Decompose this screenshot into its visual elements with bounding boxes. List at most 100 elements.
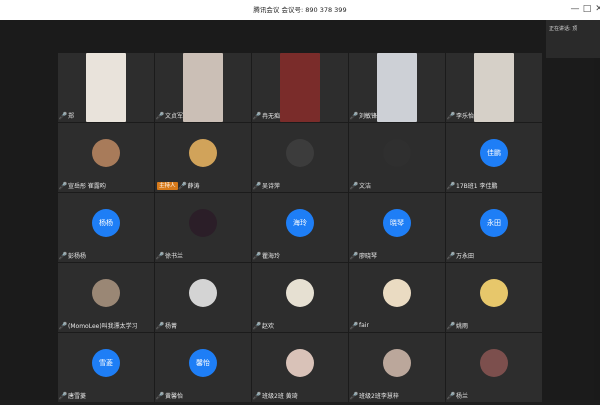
mic-muted-icon: 🎤 <box>252 391 262 400</box>
participant-tile[interactable]: 佳鹏 🎤 17B班1 李佳鹏 <box>446 123 542 192</box>
avatar-photo <box>383 139 411 167</box>
mic-muted-icon: 🎤 <box>58 181 68 190</box>
maximize-icon[interactable]: □ <box>581 3 593 15</box>
title-bar: 腾讯会议 会议号: 890 378 399 — □ ✕ <box>0 0 600 21</box>
avatar-photo <box>189 139 217 167</box>
nameplate: 🎤 杨兰 <box>446 391 469 401</box>
mic-muted-icon: 🎤 <box>58 111 68 120</box>
minimize-icon[interactable]: — <box>569 3 581 15</box>
nameplate: 🎤 宣岳彤 崔露昀 <box>58 181 106 191</box>
participant-video <box>474 53 514 122</box>
nameplate: 🎤 班级2班李慧梓 <box>349 391 399 401</box>
participant-tile[interactable]: 主持人 🎤 薛涛 <box>155 123 251 192</box>
avatar-photo <box>480 349 508 377</box>
participant-tile[interactable]: 🎤 赵欢 <box>252 263 348 332</box>
participant-tile[interactable]: 🎤 冉无痴 <box>252 53 348 122</box>
mic-muted-icon: 🎤 <box>58 391 68 400</box>
avatar-photo <box>92 139 120 167</box>
participant-name: 冉无痴 <box>262 113 281 120</box>
avatar-photo <box>286 349 314 377</box>
participant-name: (MomoLee)叫我漂太学习 <box>68 323 138 330</box>
avatar-initials: 佳鹏 <box>480 139 508 167</box>
participant-tile[interactable]: 🎤 宣岳彤 崔露昀 <box>58 123 154 192</box>
participant-tile[interactable]: 🎤 吴诗萍 <box>252 123 348 192</box>
nameplate: 🎤 万永田 <box>447 251 475 261</box>
nameplate: 🎤 (MomoLee)叫我漂太学习 <box>58 321 138 331</box>
scrollbar[interactable] <box>594 58 600 400</box>
participant-tile[interactable]: 海玲 🎤 瞿海玲 <box>252 193 348 262</box>
nameplate: 🎤 唐雪菱 <box>58 391 87 401</box>
participant-name: 赵欢 <box>262 323 275 330</box>
participant-name: 万永田 <box>456 253 475 260</box>
mic-muted-icon: 🎤 <box>252 181 262 190</box>
nameplate: 🎤 刘敏锋 <box>349 111 377 121</box>
nameplate: 🎤 李乐怡 <box>447 111 475 121</box>
avatar-photo <box>286 139 314 167</box>
nameplate: 🎤 fair <box>350 321 369 330</box>
nameplate: 🎤 赵欢 <box>253 321 275 331</box>
nameplate: 🎤 瞿海玲 <box>252 251 281 261</box>
avatar-initials: 晓琴 <box>383 209 411 237</box>
mic-muted-icon: 🎤 <box>446 321 456 330</box>
nameplate: 🎤 文洁 <box>350 181 371 191</box>
speaking-panel: 正在讲话: 顶 <box>546 20 600 58</box>
participant-tile[interactable]: 杨杨 🎤 彭杨杨 <box>58 193 154 262</box>
participant-name: 姚雨 <box>456 323 469 330</box>
avatar-photo <box>383 279 411 307</box>
nameplate: 🎤 郑 <box>58 111 74 121</box>
participant-tile[interactable]: 🎤 徐书兰 <box>155 193 251 262</box>
participant-name: 吴诗萍 <box>262 183 281 190</box>
participant-tile[interactable]: 雪菱 🎤 唐雪菱 <box>58 333 154 402</box>
avatar-initials: 杨杨 <box>92 209 120 237</box>
participant-tile[interactable]: 🎤 文贞军 <box>155 53 251 122</box>
participant-tile[interactable]: 🎤 郑 <box>58 53 154 122</box>
nameplate: 🎤 杨菁 <box>155 321 178 331</box>
mic-muted-icon: 🎤 <box>446 391 456 400</box>
mic-muted-icon: 🎤 <box>155 111 165 120</box>
nameplate: 🎤 班级2班 黄琦 <box>252 391 298 401</box>
mic-muted-icon: 🎤 <box>349 391 359 400</box>
mic-muted-icon: 🎤 <box>252 251 262 260</box>
participant-name: 彭杨杨 <box>68 253 87 260</box>
mic-muted-icon: 🎤 <box>349 251 359 260</box>
participant-name: 杨兰 <box>456 393 469 400</box>
participant-video <box>183 53 223 122</box>
meeting-main-area: 🎤 郑 🎤 文贞军 🎤 冉无痴 🎤 刘敏锋 🎤 李乐怡 🎤 宣岳彤 崔露昀 主持人 🎤 薛涛 🎤 吴诗萍 🎤 文洁佳… <box>0 20 600 402</box>
participant-name: 廖晓琴 <box>359 253 378 260</box>
participant-grid: 🎤 郑 🎤 文贞军 🎤 冉无痴 🎤 刘敏锋 🎤 李乐怡 🎤 宣岳彤 崔露昀 主持人 🎤 薛涛 🎤 吴诗萍 🎤 文洁佳… <box>58 53 545 405</box>
nameplate: 🎤 17B班1 李佳鹏 <box>447 181 498 191</box>
participant-tile[interactable]: 🎤 (MomoLee)叫我漂太学习 <box>58 263 154 332</box>
avatar-photo <box>480 279 508 307</box>
mic-muted-icon: 🎤 <box>58 321 68 330</box>
participant-tile[interactable]: 🎤 姚雨 <box>446 263 542 332</box>
avatar-photo <box>92 279 120 307</box>
close-icon[interactable]: ✕ <box>593 3 600 15</box>
participant-tile[interactable]: 永田 🎤 万永田 <box>446 193 542 262</box>
participant-name: fair <box>359 322 369 329</box>
participant-tile[interactable]: 🎤 杨菁 <box>155 263 251 332</box>
nameplate: 🎤 文贞军 <box>155 111 183 121</box>
participant-tile[interactable]: 馨怡 🎤 黄馨怡 <box>155 333 251 402</box>
participant-tile[interactable]: 🎤 李乐怡 <box>446 53 542 122</box>
avatar-initials: 海玲 <box>286 209 314 237</box>
mic-muted-icon: 🎤 <box>349 111 359 120</box>
participant-name: 宣岳彤 崔露昀 <box>68 183 106 190</box>
participant-tile[interactable]: 🎤 文洁 <box>349 123 445 192</box>
participant-tile[interactable]: 晓琴 🎤 廖晓琴 <box>349 193 445 262</box>
participant-name: 班级2班李慧梓 <box>359 393 399 400</box>
participant-tile[interactable]: 🎤 班级2班李慧梓 <box>349 333 445 402</box>
avatar-initials: 馨怡 <box>189 349 217 377</box>
participant-tile[interactable]: 🎤 fair <box>349 263 445 332</box>
participant-tile[interactable]: 🎤 刘敏锋 <box>349 53 445 122</box>
participant-name: 唐雪菱 <box>68 393 87 400</box>
participant-name: 杨菁 <box>165 323 178 330</box>
participant-video <box>86 53 126 122</box>
participant-name: 李乐怡 <box>456 113 475 120</box>
participant-tile[interactable]: 🎤 杨兰 <box>446 333 542 402</box>
participant-name: 瞿海玲 <box>262 253 281 260</box>
participant-name: 薛涛 <box>187 183 200 190</box>
mic-muted-icon: 🎤 <box>155 321 165 330</box>
nameplate: 🎤 吴诗萍 <box>252 181 281 191</box>
participant-tile[interactable]: 🎤 班级2班 黄琦 <box>252 333 348 402</box>
mic-muted-icon: 🎤 <box>252 111 262 120</box>
